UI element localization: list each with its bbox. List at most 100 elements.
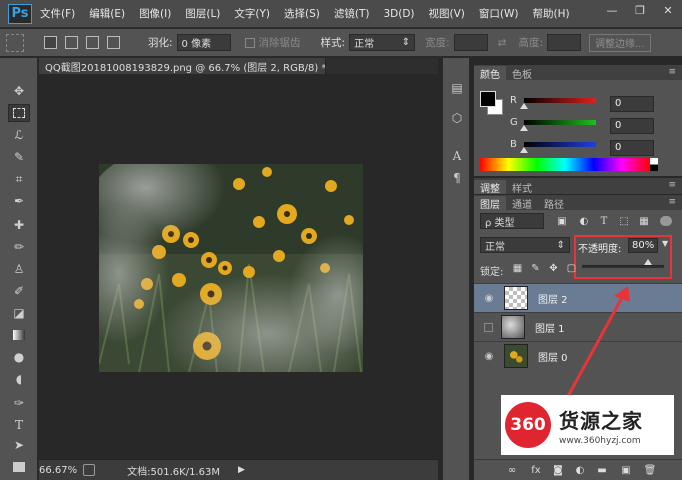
canvas-area[interactable] <box>39 75 438 459</box>
width-input[interactable] <box>453 34 488 51</box>
eyedropper-icon[interactable]: ✒ <box>8 192 30 210</box>
filter-shape-icon[interactable]: ⬚ <box>618 215 630 227</box>
marquee-tool-icon[interactable] <box>8 104 30 122</box>
layer-name[interactable]: 图层 2 <box>538 291 568 306</box>
tab-paths[interactable]: 路径 <box>538 196 570 211</box>
new-layer-icon[interactable]: ▣ <box>620 464 632 476</box>
tab-channels[interactable]: 通道 <box>506 196 538 211</box>
minimize-button[interactable]: — <box>598 0 626 20</box>
layer-row[interactable]: 图层 1 <box>474 312 682 341</box>
tab-adjustments[interactable]: 调整 <box>474 180 506 195</box>
color-spectrum[interactable] <box>480 158 650 171</box>
visibility-eye-icon[interactable]: ◉ <box>480 293 498 304</box>
visibility-eye-icon[interactable]: ◉ <box>480 351 498 362</box>
intersect-selection-icon[interactable] <box>107 36 120 49</box>
lock-all-icon[interactable]: ▢ <box>566 263 577 274</box>
path-select-icon[interactable]: ➤ <box>8 436 30 454</box>
quick-select-icon[interactable]: ✎ <box>8 148 30 166</box>
swap-icon[interactable]: ⇄ <box>498 37 507 49</box>
visibility-toggle-empty[interactable] <box>484 322 493 332</box>
dodge-tool-icon[interactable]: ◖ <box>8 370 30 388</box>
gradient-tool-icon[interactable] <box>8 326 30 344</box>
eraser-icon[interactable]: ◪ <box>8 304 30 322</box>
add-selection-icon[interactable] <box>65 36 78 49</box>
menu-type[interactable]: 文字(Y) <box>234 6 270 21</box>
move-tool-icon[interactable]: ✥ <box>8 82 30 100</box>
add-mask-icon[interactable]: ◙ <box>552 464 564 476</box>
pen-tool-icon[interactable]: ✑ <box>8 394 30 412</box>
antialias-checkbox[interactable] <box>244 37 255 48</box>
lock-transparent-icon[interactable]: ▦ <box>512 263 523 274</box>
subtract-selection-icon[interactable] <box>86 36 99 49</box>
crop-tool-icon[interactable]: ⌗ <box>8 170 30 188</box>
layer-row[interactable]: ◉ 图层 0 <box>474 341 682 370</box>
foreground-color-swatch[interactable] <box>480 91 496 107</box>
menu-help[interactable]: 帮助(H) <box>533 6 570 21</box>
adjustments-menu-icon[interactable]: ≡ <box>668 180 676 190</box>
filter-type-icon[interactable]: T <box>598 215 610 227</box>
paragraph-panel-icon[interactable]: ¶ <box>449 170 465 186</box>
document-tab[interactable]: QQ截图20181008193829.png @ 66.7% (图层 2, RG… <box>39 58 326 74</box>
blur-tool-icon[interactable]: ● <box>8 348 30 366</box>
tab-color[interactable]: 颜色 <box>474 66 506 81</box>
lock-pixels-icon[interactable]: ✎ <box>530 263 541 274</box>
delete-layer-icon[interactable]: 🗑 <box>644 464 657 476</box>
slider-r-track[interactable]: 0 <box>520 95 654 112</box>
status-info-icon[interactable] <box>83 464 96 476</box>
menu-window[interactable]: 窗口(W) <box>479 6 519 21</box>
slider-b-track[interactable]: 0 <box>520 139 654 156</box>
history-panel-icon[interactable]: ▤ <box>449 80 465 96</box>
style-select[interactable]: 正常 ⇕ <box>349 34 416 51</box>
layer-name[interactable]: 图层 1 <box>535 320 565 335</box>
black-white-ramp[interactable] <box>650 158 658 171</box>
history-brush-icon[interactable]: ✐ <box>8 282 30 300</box>
feather-input[interactable]: 0 像素 <box>176 34 231 51</box>
slider-r-value[interactable]: 0 <box>610 95 654 112</box>
panel-menu-icon[interactable]: ≡ <box>668 67 676 77</box>
layer-style-icon[interactable]: fx <box>530 464 542 476</box>
slider-g-value[interactable]: 0 <box>610 117 654 134</box>
new-adjustment-icon[interactable]: ◐ <box>574 464 586 476</box>
filter-pixel-icon[interactable]: ▣ <box>556 215 568 227</box>
menu-file[interactable]: 文件(F) <box>40 6 75 21</box>
tab-swatches[interactable]: 色板 <box>506 66 538 81</box>
zoom-level[interactable]: 66.67% <box>39 465 77 476</box>
layer-row[interactable]: ◉ 图层 2 <box>474 283 682 312</box>
healing-brush-icon[interactable]: ✚ <box>8 216 30 234</box>
character-panel-icon[interactable]: A <box>449 148 465 164</box>
menu-select[interactable]: 选择(S) <box>284 6 320 21</box>
type-tool-icon[interactable]: T <box>8 416 30 434</box>
document-image[interactable] <box>99 164 363 372</box>
slider-g-track[interactable]: 0 <box>520 117 654 134</box>
status-menu-arrow-icon[interactable]: ▶ <box>238 465 245 475</box>
brush-tool-icon[interactable]: ✏ <box>8 238 30 256</box>
lasso-tool-icon[interactable]: ℒ <box>8 126 30 144</box>
link-layers-icon[interactable]: ∞ <box>506 464 518 476</box>
height-input[interactable] <box>547 34 581 51</box>
menu-layer[interactable]: 图层(L) <box>185 6 220 21</box>
close-window-button[interactable]: ✕ <box>654 0 682 20</box>
menu-view[interactable]: 视图(V) <box>429 6 465 21</box>
layer-name[interactable]: 图层 0 <box>538 349 568 364</box>
slider-r-thumb[interactable] <box>520 102 528 109</box>
filter-smart-icon[interactable]: ▦ <box>638 215 650 227</box>
menu-image[interactable]: 图像(I) <box>139 6 171 21</box>
filter-toggle[interactable] <box>660 216 672 226</box>
new-group-icon[interactable]: ▬ <box>596 464 608 476</box>
lock-position-icon[interactable]: ✥ <box>548 263 559 274</box>
blend-mode-select[interactable]: 正常 ⇕ <box>480 237 570 253</box>
layers-menu-icon[interactable]: ≡ <box>668 197 676 207</box>
3d-panel-icon[interactable]: ⬡ <box>449 110 465 126</box>
marquee-preset-icon[interactable] <box>6 33 24 52</box>
menu-edit[interactable]: 编辑(E) <box>89 6 125 21</box>
tab-layers[interactable]: 图层 <box>474 196 506 211</box>
slider-b-thumb[interactable] <box>520 146 528 153</box>
tab-styles[interactable]: 样式 <box>506 180 538 195</box>
filter-adjustment-icon[interactable]: ◐ <box>578 215 590 227</box>
menu-3d[interactable]: 3D(D) <box>383 8 414 20</box>
slider-b-value[interactable]: 0 <box>610 139 654 156</box>
refine-edge-button[interactable]: 调整边缘... <box>589 33 651 52</box>
layer-filter-select[interactable]: ρ 类型 <box>480 213 544 229</box>
shape-tool-icon[interactable] <box>8 458 30 476</box>
clone-stamp-icon[interactable]: ♙ <box>8 260 30 278</box>
